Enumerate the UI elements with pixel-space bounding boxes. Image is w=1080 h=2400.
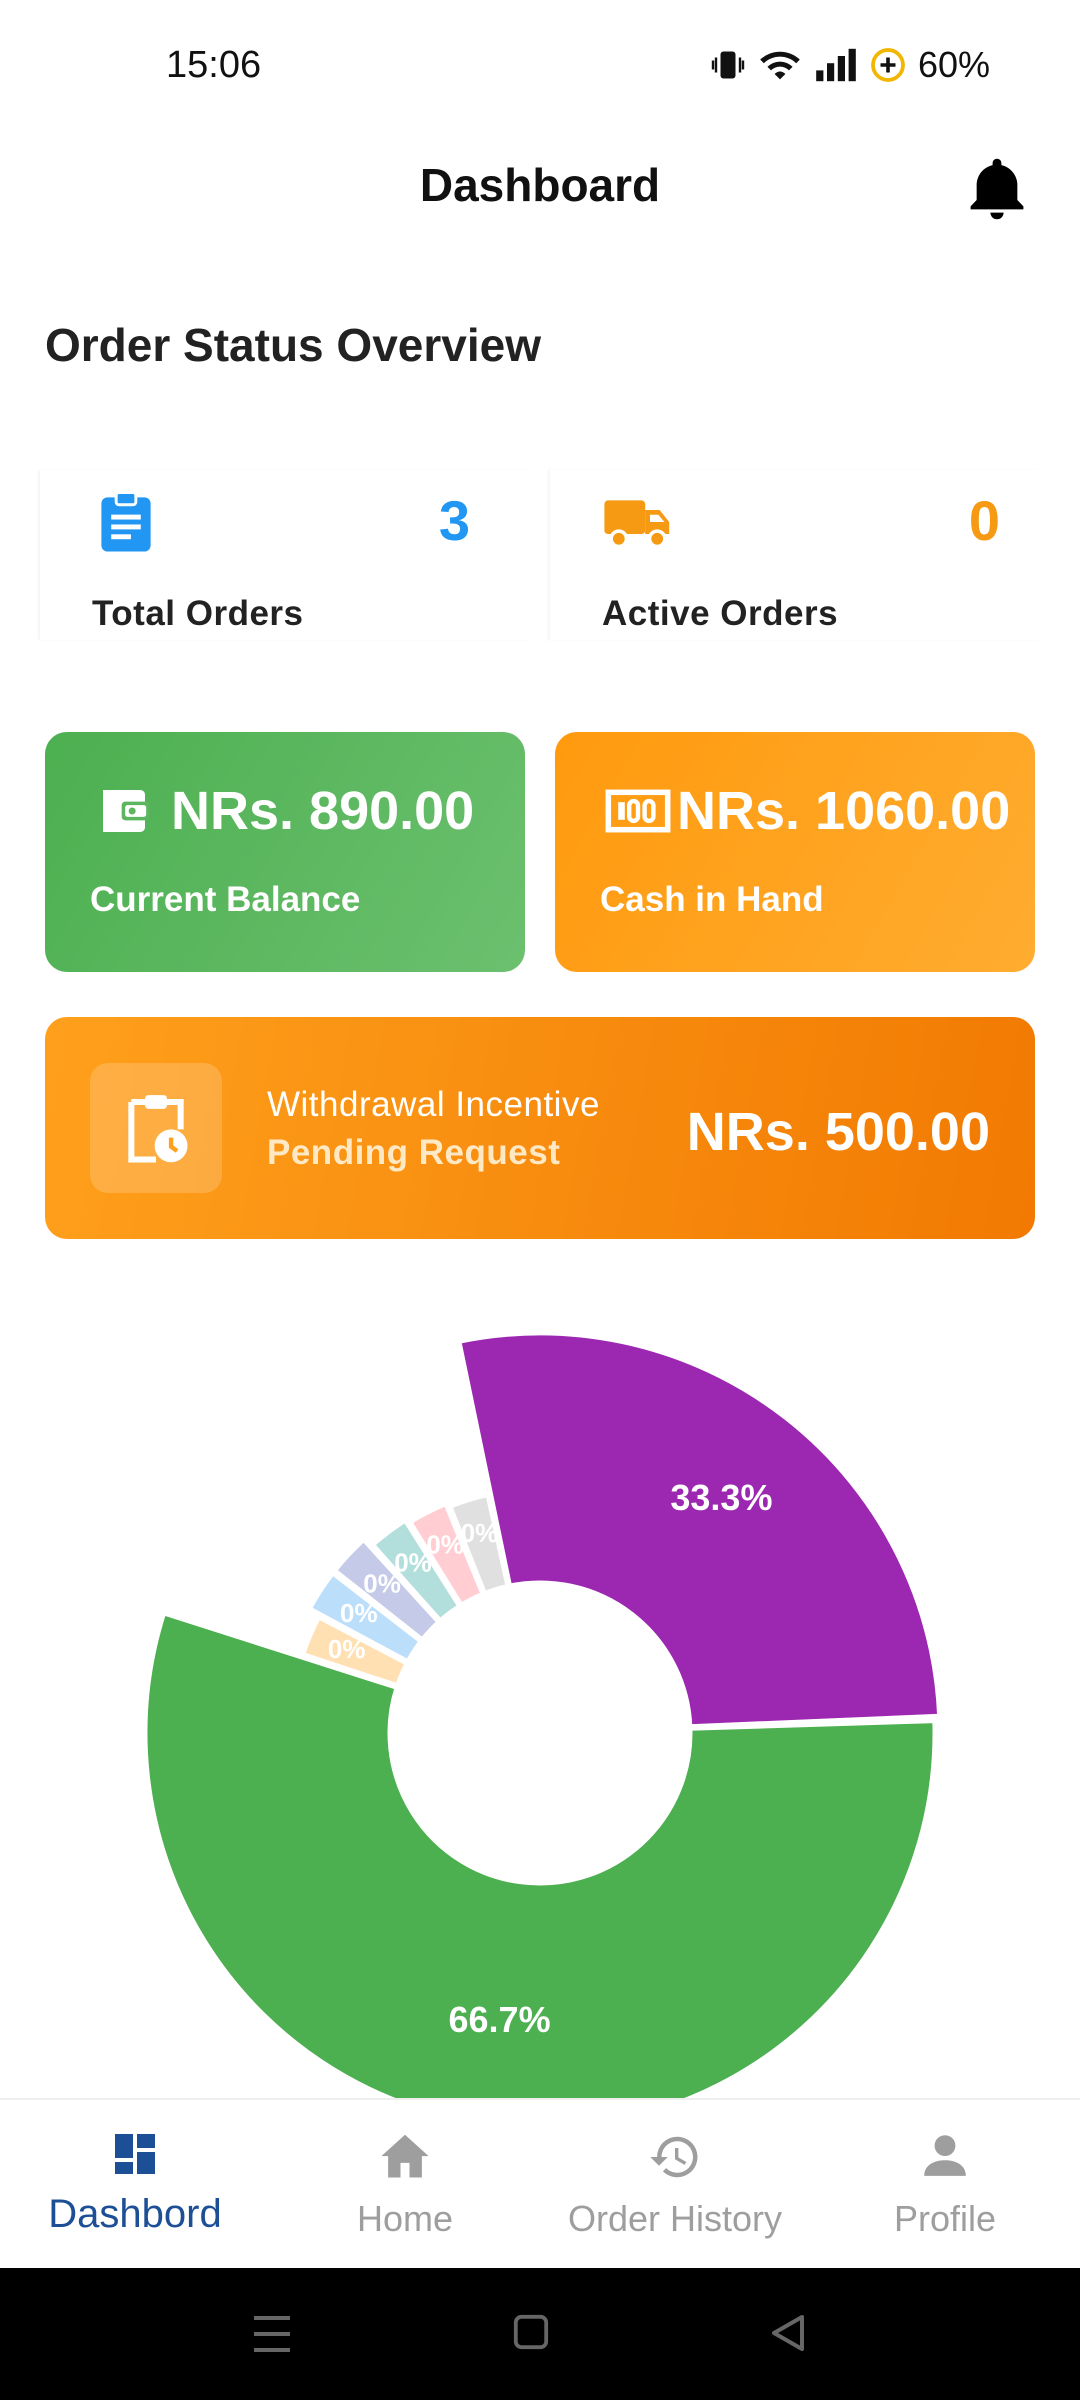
- clipboard-clock-icon: [128, 1095, 188, 1163]
- withdrawal-icon-box: [90, 1063, 222, 1193]
- withdrawal-incentive-card[interactable]: Withdrawal Incentive Pending Request NRs…: [45, 1017, 1035, 1239]
- person-icon: [924, 2135, 966, 2176]
- cash-icon: [605, 789, 671, 833]
- order-status-chart: 33.3% 66.7% 0% 0% 0% 0% 0% 0%: [40, 1330, 1040, 2100]
- status-time: 15:06: [166, 44, 262, 86]
- section-title: Order Status Overview: [45, 319, 541, 371]
- bell-icon[interactable]: [964, 152, 1030, 226]
- wallet-icon: [103, 790, 150, 832]
- withdrawal-title: Withdrawal Incentive: [267, 1085, 600, 1124]
- nav-label-home: Home: [356, 2198, 454, 2239]
- history-icon: [650, 2136, 698, 2178]
- nav-label-profile: Profile: [893, 2198, 997, 2239]
- withdrawal-status: Pending Request: [267, 1133, 561, 1172]
- nav-profile[interactable]: Profile: [810, 2100, 1080, 2270]
- vibrate-icon: [711, 51, 745, 79]
- total-orders-label: Total Orders: [92, 594, 304, 633]
- battery-saver-icon: [871, 48, 905, 82]
- nav-label-dashboard: Dashbord: [48, 2192, 222, 2236]
- menu-icon[interactable]: [252, 2312, 292, 2356]
- total-orders-card[interactable]: 3 Total Orders: [40, 470, 530, 640]
- truck-icon: [604, 500, 670, 549]
- slice-label: 33.3%: [670, 1477, 772, 1518]
- slice-label: 66.7%: [449, 1999, 551, 2040]
- bottom-navigation: Dashbord Home Order History Profile: [0, 2098, 1080, 2268]
- signal-icon: [816, 48, 856, 82]
- battery-percent: 60%: [917, 44, 990, 85]
- cash-in-hand-label: Cash in Hand: [600, 880, 824, 919]
- back-icon[interactable]: [768, 2312, 808, 2354]
- slice-label: 0%: [340, 1598, 378, 1628]
- page-title: Dashboard: [419, 159, 661, 211]
- current-balance-label: Current Balance: [90, 880, 361, 919]
- clipboard-icon: [101, 490, 151, 552]
- nav-label-order-history: Order History: [567, 2198, 783, 2239]
- slice-label: 0%: [328, 1634, 366, 1664]
- wifi-icon: [760, 51, 800, 80]
- cash-in-hand-card[interactable]: NRs. 1060.00 Cash in Hand: [555, 732, 1035, 972]
- nav-dashboard[interactable]: Dashbord: [0, 2100, 270, 2270]
- withdrawal-amount: NRs. 500.00: [686, 1102, 990, 1162]
- slice-label: 0%: [426, 1530, 464, 1560]
- nav-order-history[interactable]: Order History: [540, 2100, 810, 2270]
- status-icons: 60%: [710, 44, 990, 86]
- cash-in-hand-amount: NRs. 1060.00: [677, 781, 1011, 841]
- active-orders-card[interactable]: 0 Active Orders: [550, 470, 1040, 640]
- active-orders-label: Active Orders: [602, 594, 839, 633]
- dashboard-icon: [115, 2134, 155, 2174]
- current-balance-card[interactable]: NRs. 890.00 Current Balance: [45, 732, 525, 972]
- slice-label: 0%: [461, 1518, 499, 1548]
- donut-chart: 33.3%66.7%0%0%0%0%0%0%: [142, 1330, 943, 2100]
- status-bar: 15:06 60%: [0, 0, 1080, 130]
- app-bar: Dashboard: [0, 130, 1080, 250]
- current-balance-amount: NRs. 890.00: [171, 781, 475, 841]
- total-orders-value: 3: [438, 489, 470, 552]
- home-square-icon[interactable]: [512, 2312, 550, 2352]
- system-navigation-bar: [0, 2268, 1080, 2400]
- nav-home[interactable]: Home: [270, 2100, 540, 2270]
- home-icon: [381, 2134, 429, 2178]
- active-orders-value: 0: [968, 489, 1000, 552]
